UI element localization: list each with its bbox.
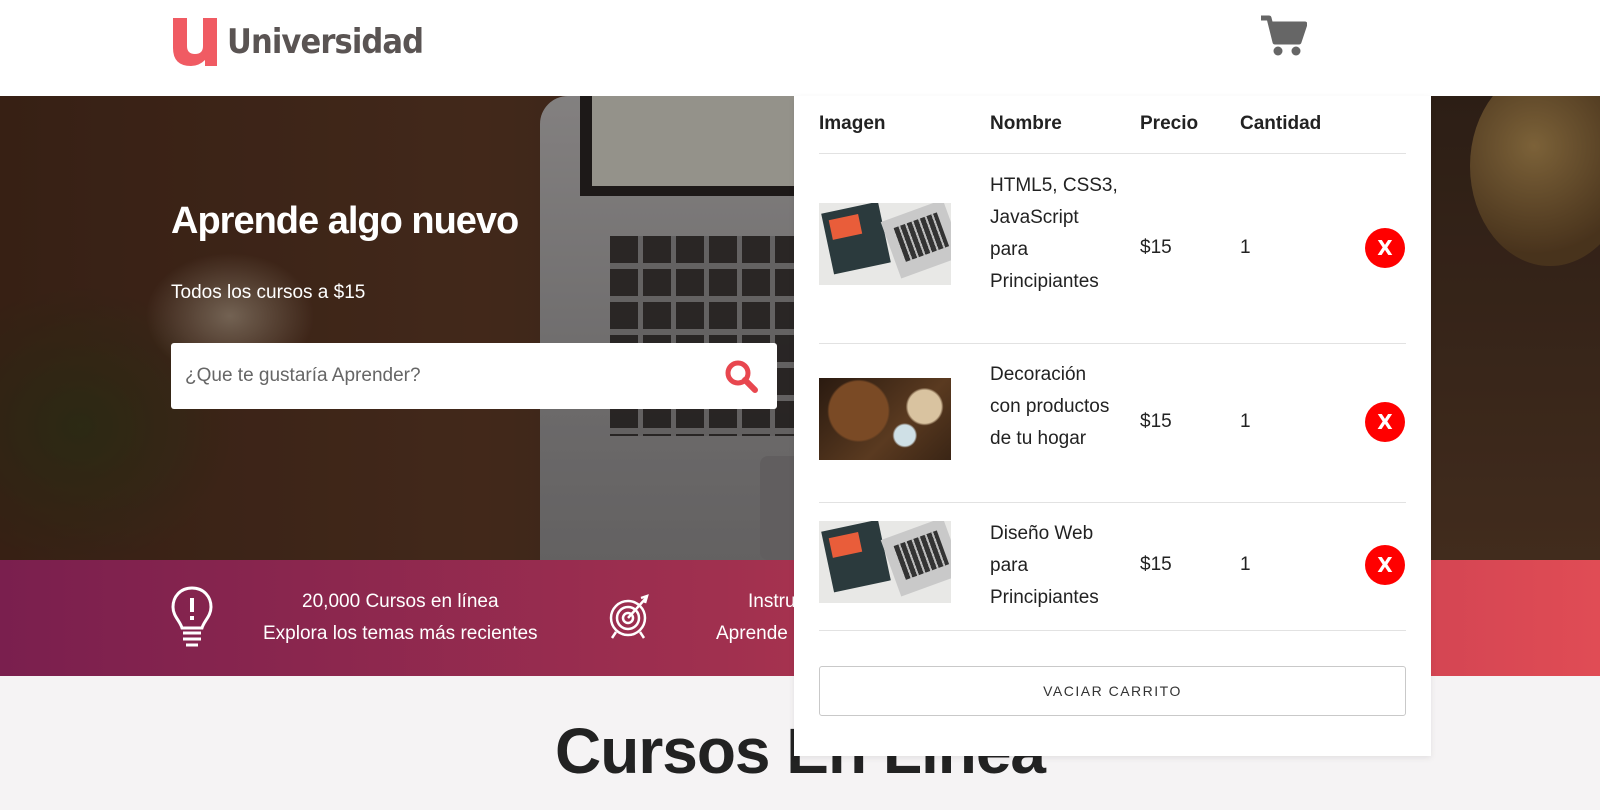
col-header-name: Nombre (990, 113, 1062, 134)
course-quantity: 1 (1240, 554, 1251, 575)
course-price: $15 (1140, 237, 1172, 258)
logo-text: Universidad (227, 22, 424, 62)
course-quantity: 1 (1240, 411, 1251, 432)
info-courses-title: 20,000 Cursos en línea (302, 591, 499, 612)
cart-row: Decoración con productos de tu hogar $15… (819, 344, 1406, 503)
site-header: Universidad (0, 0, 1600, 96)
remove-item-button[interactable]: X (1365, 228, 1405, 268)
course-name: Decoración con productos de tu hogar (990, 364, 1110, 449)
info-item-courses: 20,000 Cursos en línea Explora los temas… (171, 560, 571, 676)
target-icon (609, 594, 649, 639)
info-instructors-title: Instru (748, 591, 796, 612)
hero-subtitle: Todos los cursos a $15 (171, 282, 366, 303)
logo-u-icon (173, 18, 217, 66)
lightbulb-icon (171, 586, 213, 647)
search-icon[interactable] (724, 359, 758, 393)
hero-title: Aprende algo nuevo (171, 200, 519, 242)
col-header-price: Precio (1140, 113, 1199, 134)
info-instructors-sub: Aprende (716, 623, 788, 644)
cart-row: HTML5, CSS3, JavaScript para Principiant… (819, 154, 1406, 344)
cart-row: Diseño Web para Principiantes $15 1 X (819, 503, 1406, 631)
info-courses-sub: Explora los temas más recientes (263, 623, 538, 644)
course-price: $15 (1140, 411, 1172, 432)
col-header-image: Imagen (819, 113, 886, 134)
course-name: Diseño Web para Principiantes (990, 523, 1099, 608)
col-header-qty: Cantidad (1240, 113, 1322, 134)
empty-cart-button[interactable]: VACIAR CARRITO (819, 666, 1406, 716)
course-name: HTML5, CSS3, JavaScript para Principiant… (990, 175, 1118, 292)
remove-item-button[interactable]: X (1365, 402, 1405, 442)
search-input[interactable] (185, 343, 705, 409)
cart-table: Imagen Nombre Precio Cantidad HTML5, CSS… (819, 96, 1406, 631)
course-thumbnail (819, 203, 951, 285)
shopping-cart-icon (1261, 15, 1308, 56)
logo[interactable]: Universidad (171, 16, 445, 68)
remove-item-button[interactable]: X (1365, 545, 1405, 585)
search-form (171, 343, 777, 409)
cart-button[interactable] (1259, 14, 1308, 58)
course-thumbnail (819, 378, 951, 460)
course-quantity: 1 (1240, 237, 1251, 258)
course-thumbnail (819, 521, 951, 603)
cart-table-header: Imagen Nombre Precio Cantidad (819, 96, 1406, 154)
info-item-instructors: Instru Aprende (608, 560, 808, 676)
cart-dropdown: Imagen Nombre Precio Cantidad HTML5, CSS… (794, 96, 1431, 756)
course-price: $15 (1140, 554, 1172, 575)
